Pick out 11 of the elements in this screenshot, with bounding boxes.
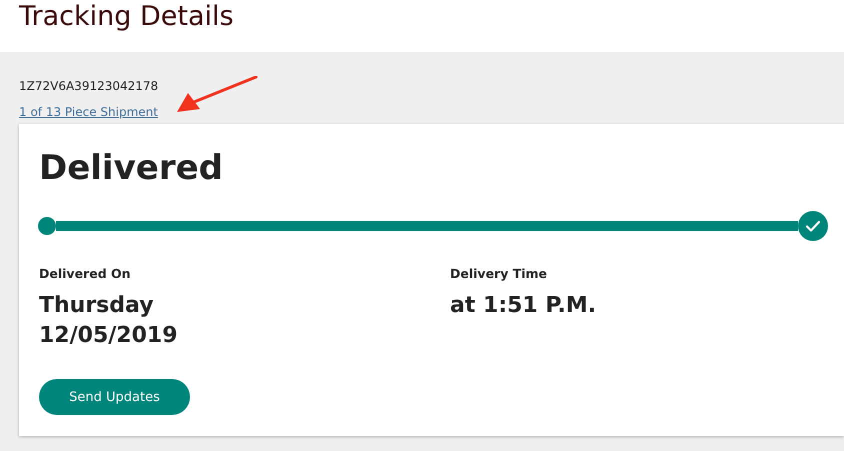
shipment-link[interactable]: 1 of 13 Piece Shipment (19, 104, 158, 120)
page-title: Tracking Details (18, 0, 235, 34)
detail-label: Delivery Time (450, 265, 548, 283)
status-heading: Delivered (39, 147, 224, 190)
detail-value: at 1:51 P.M. (450, 292, 596, 320)
tracking-number: 1Z72V6A39123042178 (19, 78, 160, 94)
detail-value: Thursday 12/05/2019 (39, 292, 178, 350)
send-updates-button[interactable]: Send Updates (39, 379, 190, 415)
check-icon (798, 211, 828, 241)
progress-start-dot (38, 217, 56, 235)
detail-label: Delivered On (39, 265, 131, 283)
